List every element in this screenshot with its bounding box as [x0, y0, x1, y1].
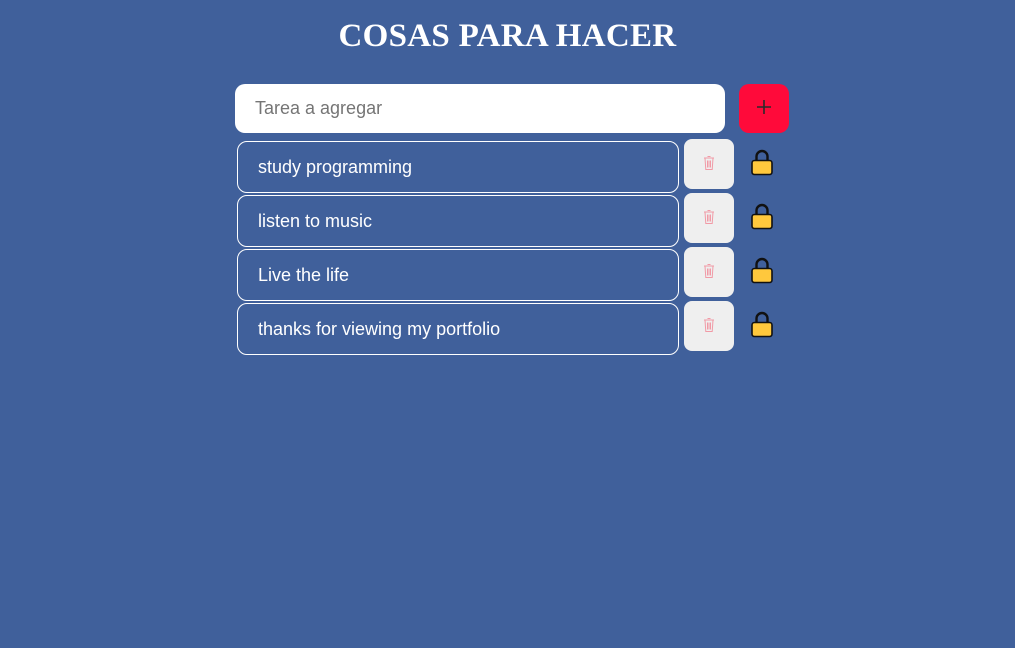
delete-task-button[interactable]	[684, 247, 734, 297]
trash-icon	[703, 263, 715, 282]
task-item: listen to music	[237, 193, 777, 247]
lock-icon	[750, 148, 774, 181]
add-task-button[interactable]	[739, 84, 789, 133]
task-text[interactable]: thanks for viewing my portfolio	[237, 303, 679, 355]
task-text[interactable]: Live the life	[237, 249, 679, 301]
lock-icon	[750, 202, 774, 235]
trash-icon	[703, 317, 715, 336]
lock-task-button[interactable]	[749, 203, 775, 233]
task-item: study programming	[237, 139, 777, 193]
new-task-input[interactable]	[235, 84, 725, 133]
task-text[interactable]: listen to music	[237, 195, 679, 247]
trash-icon	[703, 209, 715, 228]
trash-icon	[703, 155, 715, 174]
task-item: thanks for viewing my portfolio	[237, 301, 777, 355]
plus-icon	[756, 99, 772, 118]
lock-task-button[interactable]	[749, 149, 775, 179]
lock-task-button[interactable]	[749, 311, 775, 341]
delete-task-button[interactable]	[684, 139, 734, 189]
lock-icon	[750, 310, 774, 343]
lock-task-button[interactable]	[749, 257, 775, 287]
delete-task-button[interactable]	[684, 193, 734, 243]
delete-task-button[interactable]	[684, 301, 734, 351]
task-text[interactable]: study programming	[237, 141, 679, 193]
page-title: COSAS PARA HACER	[338, 18, 677, 54]
task-list: study programming listen to music Live t…	[237, 139, 777, 355]
task-item: Live the life	[237, 247, 777, 301]
lock-icon	[750, 256, 774, 289]
